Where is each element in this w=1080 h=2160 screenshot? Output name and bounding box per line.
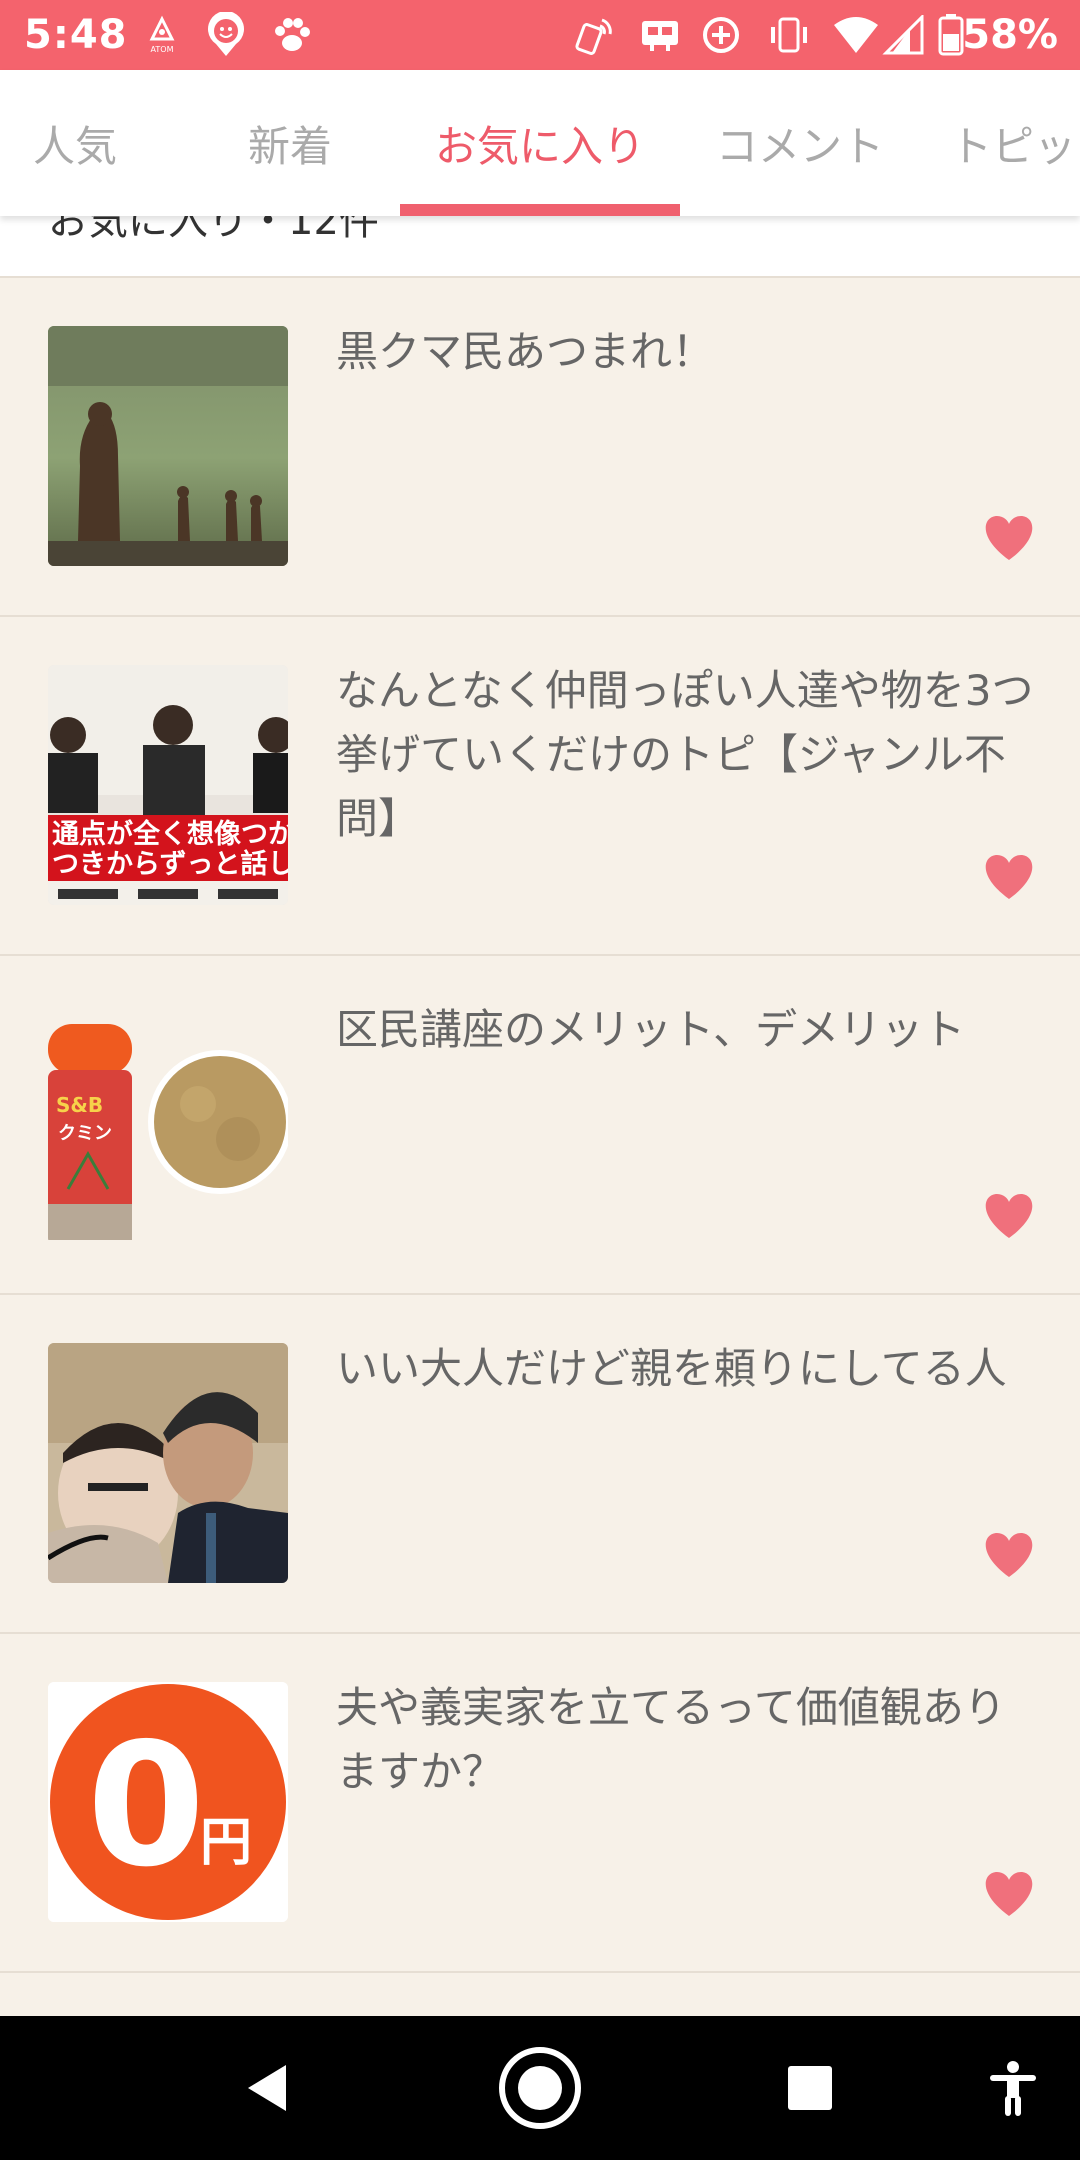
topic-row[interactable]: 黒クマ民あつまれ！ xyxy=(0,278,1080,617)
favorite-heart-icon[interactable] xyxy=(982,853,1036,901)
topic-thumbnail: 通点が全く想像つかな つきからずっと話してる xyxy=(48,665,288,905)
tab-popular[interactable]: 人気 xyxy=(0,70,150,216)
topic-row[interactable]: 通点が全く想像つかな つきからずっと話してる なんとなく仲間っぽい人達や物を3つ… xyxy=(0,617,1080,956)
location-face-icon xyxy=(204,12,248,58)
topic-title[interactable]: なんとなく仲間っぽい人達や物を3つ挙げていくだけのトピ【ジャンル不問】 xyxy=(336,659,1036,851)
favorite-heart-icon[interactable] xyxy=(982,1192,1036,1240)
topic-row[interactable]: 0 円 夫や義実家を立てるって価値観ありますか？ xyxy=(0,1634,1080,1973)
tab-active-indicator xyxy=(400,204,680,216)
favorite-heart-icon[interactable] xyxy=(982,1531,1036,1579)
list-header: お気に入り・12件 xyxy=(0,216,1080,278)
tab-new[interactable]: 新着 xyxy=(215,70,365,216)
topic-row[interactable]: S&B クミン 区民講座のメリット、デメリット xyxy=(0,956,1080,1295)
tab-topics[interactable]: トピッ xyxy=(950,70,1080,216)
svg-text:ATOM: ATOM xyxy=(151,45,174,54)
signal-icon xyxy=(882,12,924,58)
topic-title[interactable]: いい大人だけど親を頼りにしてる人 xyxy=(336,1337,1036,1401)
thumb-label: クミン xyxy=(58,1123,112,1144)
battery-percentage: 58% xyxy=(962,12,1058,58)
cast-icon xyxy=(638,12,682,58)
thumb-caption-1: 通点が全く想像つかな xyxy=(52,818,288,850)
recents-icon[interactable] xyxy=(765,2046,855,2130)
list-header-text: お気に入り・12件 xyxy=(48,216,379,244)
tab-bar: 人気 新着 お気に入り コメント トピッ xyxy=(0,70,1080,216)
navigation-bar xyxy=(0,2016,1080,2160)
topic-thumbnail xyxy=(48,1343,288,1583)
paw-icon xyxy=(272,12,312,58)
favorite-heart-icon[interactable] xyxy=(982,514,1036,562)
topic-title[interactable]: 黒クマ民あつまれ！ xyxy=(336,320,1036,384)
data-saver-icon xyxy=(700,12,742,58)
wifi-icon xyxy=(832,12,880,58)
topic-list[interactable]: 黒クマ民あつまれ！ 通点が全く想像つかな つきからずっと話してる xyxy=(0,278,1080,1973)
thumb-caption-2: つきからずっと話してる xyxy=(52,848,288,880)
status-bar: 5:48 ATOM 58% xyxy=(0,0,1080,70)
topic-title[interactable]: 夫や義実家を立てるって価値観ありますか？ xyxy=(336,1676,1036,1804)
atom-icon: ATOM xyxy=(145,12,179,58)
tab-comments[interactable]: コメント xyxy=(700,70,900,216)
thumb-zero: 0 xyxy=(87,1707,205,1905)
status-time: 5:48 xyxy=(24,12,128,58)
favorite-heart-icon[interactable] xyxy=(982,1870,1036,1918)
accessibility-icon[interactable] xyxy=(968,2046,1058,2130)
topic-row[interactable]: いい大人だけど親を頼りにしてる人 xyxy=(0,1295,1080,1634)
topic-thumbnail: 0 円 xyxy=(48,1682,288,1922)
topic-thumbnail: S&B クミン xyxy=(48,1004,288,1244)
topic-thumbnail xyxy=(48,326,288,566)
vibrate-icon xyxy=(766,12,812,58)
thumb-brand: S&B xyxy=(56,1093,103,1117)
topic-title[interactable]: 区民講座のメリット、デメリット xyxy=(336,998,1036,1062)
thumb-yen: 円 xyxy=(200,1813,252,1873)
tab-favorites[interactable]: お気に入り xyxy=(400,70,680,216)
nfc-icon xyxy=(574,12,616,58)
home-icon[interactable] xyxy=(495,2046,585,2130)
back-icon[interactable] xyxy=(222,2046,312,2130)
